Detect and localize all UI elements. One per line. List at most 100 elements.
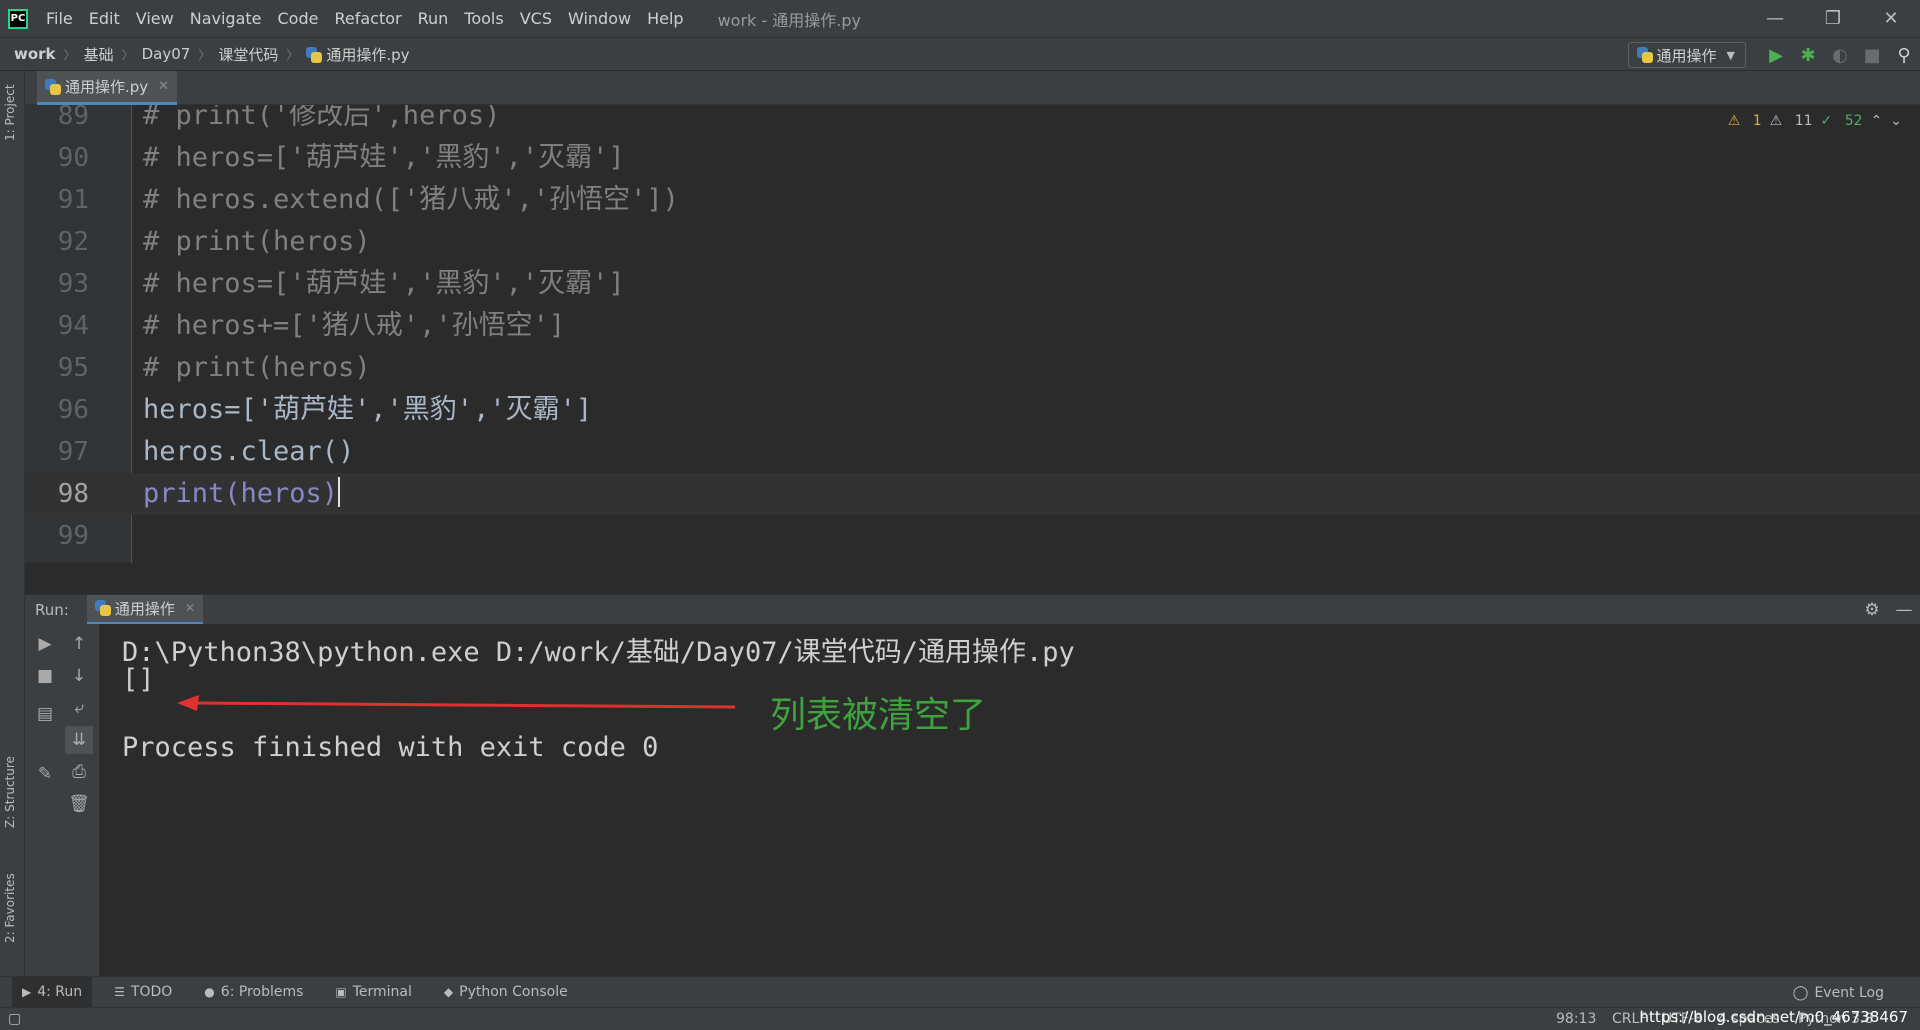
- list-icon: ☰: [114, 985, 125, 999]
- menu-vcs[interactable]: VCS: [512, 0, 560, 37]
- code-text: # print('修改后',heros): [143, 105, 501, 131]
- menu-file[interactable]: File: [38, 0, 81, 37]
- soft-wrap-icon[interactable]: ⤶: [65, 694, 93, 722]
- event-log-label: Event Log: [1814, 984, 1884, 1001]
- menu-window[interactable]: Window: [560, 0, 639, 37]
- python-icon: [94, 600, 111, 616]
- warning-count: ⚠ 11: [1769, 113, 1813, 129]
- stop-icon[interactable]: ■: [1856, 38, 1888, 72]
- console-line: Process finished with exit code 0: [122, 732, 659, 763]
- menu-help[interactable]: Help: [639, 0, 691, 37]
- line-number: 97: [57, 437, 89, 467]
- info-icon: ●: [204, 985, 215, 999]
- run-toolbar-top: 通用操作 ▼ ▶ ✱ ◐ ■ ⚲: [1627, 38, 1920, 72]
- run-tab[interactable]: 通用操作 ✕: [86, 594, 203, 625]
- scroll-to-end-icon[interactable]: ⇊: [65, 726, 93, 754]
- tool-todo[interactable]: ☰ TODO: [104, 977, 182, 1008]
- tab-tongyong[interactable]: 通用操作.py ✕: [37, 71, 178, 105]
- chevron-right-icon: 〉: [198, 47, 211, 62]
- title-bar: PC File Edit View Navigate Code Refactor…: [0, 0, 1920, 37]
- python-icon: ◆: [443, 985, 454, 999]
- tool-terminal[interactable]: ▣ Terminal: [325, 977, 422, 1008]
- arrow-up-icon[interactable]: ↑: [65, 630, 93, 658]
- tool-run[interactable]: ▶ 4: Run: [12, 976, 93, 1008]
- text-cursor: [338, 477, 341, 507]
- chevron-up-icon[interactable]: ⌃: [1871, 113, 1883, 129]
- editor-tabs: 通用操作.py ✕: [25, 71, 1920, 105]
- python-icon: [1636, 47, 1653, 63]
- tool-problems[interactable]: ● 6: Problems: [194, 977, 313, 1008]
- menu-code[interactable]: Code: [270, 0, 327, 37]
- print-icon[interactable]: ⎙: [65, 758, 93, 786]
- console-line: D:\Python38\python.exe D:/work/基础/Day07/…: [122, 637, 1075, 668]
- code-text: print(heros): [143, 477, 341, 509]
- code-line: 91 # heros.extend(['猪八戒','孙悟空']): [25, 179, 1920, 221]
- menu-run[interactable]: Run: [410, 0, 457, 37]
- error-count: ⚠ 1: [1727, 113, 1762, 129]
- line-number: 94: [57, 311, 89, 341]
- breadcrumb-work[interactable]: work: [14, 45, 56, 63]
- search-icon[interactable]: ⚲: [1888, 38, 1920, 72]
- menu-edit[interactable]: Edit: [81, 0, 128, 37]
- run-config-select[interactable]: 通用操作 ▼: [1627, 42, 1746, 68]
- caret-position[interactable]: 98:13: [1556, 1011, 1596, 1027]
- close-window-button[interactable]: ✕: [1862, 0, 1920, 37]
- chevron-down-icon[interactable]: ⌄: [1890, 113, 1902, 129]
- code-text: # heros=['葫芦娃','黑豹','灭霸']: [143, 142, 625, 173]
- breadcrumb-ketang[interactable]: 课堂代码: [218, 44, 278, 65]
- structure-tool-tab[interactable]: Z: Structure: [3, 756, 17, 828]
- favorites-tool-tab[interactable]: 2: Favorites: [3, 873, 17, 943]
- code-editor[interactable]: 89 # print('修改后',heros) 90 # heros=['葫芦娃…: [25, 105, 1920, 563]
- gear-icon[interactable]: ⚙: [1856, 600, 1888, 620]
- line-number: 99: [57, 521, 89, 551]
- warning-count-value: 11: [1794, 113, 1813, 129]
- minimize-button[interactable]: —: [1746, 0, 1804, 37]
- event-log-button[interactable]: ◯ Event Log: [1793, 977, 1884, 1008]
- code-line: 95 # print(heros): [25, 347, 1920, 389]
- rerun-icon[interactable]: ▶: [31, 630, 59, 658]
- project-tool-tab[interactable]: 1: Project: [3, 84, 17, 141]
- menu-view[interactable]: View: [128, 0, 182, 37]
- inspection-widget[interactable]: ⚠ 1 ⚠ 11 ✓ 52 ⌃ ⌄: [1720, 113, 1902, 129]
- trash-icon[interactable]: 🗑: [65, 790, 93, 818]
- breadcrumb-day07[interactable]: Day07: [142, 45, 191, 63]
- layout-icon[interactable]: ▤: [31, 700, 59, 728]
- breadcrumb-file[interactable]: 通用操作.py: [306, 44, 410, 65]
- line-number: 96: [57, 395, 89, 425]
- debug-icon[interactable]: ✱: [1792, 38, 1824, 72]
- layout-toggle-icon[interactable]: ▢: [8, 1011, 21, 1027]
- typo-count: ✓ 52: [1820, 113, 1863, 129]
- tool-run-label: 4: Run: [37, 984, 83, 1000]
- pycharm-logo-icon: PC: [8, 8, 28, 29]
- close-icon[interactable]: ✕: [158, 79, 169, 94]
- restore-button[interactable]: ❐: [1804, 0, 1862, 37]
- pin-icon[interactable]: ✎: [31, 760, 59, 788]
- arrow-down-icon[interactable]: ↓: [65, 662, 93, 690]
- navigation-bar: work 〉 基础 〉 Day07 〉 课堂代码 〉 通用操作.py 通用操作 …: [0, 37, 1920, 71]
- code-text: # heros=['葫芦娃','黑豹','灭霸']: [143, 268, 625, 299]
- line-number: 92: [57, 227, 89, 257]
- stop-icon[interactable]: ■: [31, 662, 59, 690]
- run-panel-label: Run:: [35, 600, 69, 619]
- menu-refactor[interactable]: Refactor: [326, 0, 409, 37]
- code-line: 89 # print('修改后',heros): [25, 105, 1920, 137]
- console-output[interactable]: D:\Python38\python.exe D:/work/基础/Day07/…: [100, 624, 1920, 976]
- tool-problems-label: 6: Problems: [220, 984, 304, 1000]
- tab-label: 通用操作.py: [65, 78, 149, 96]
- code-text: heros.clear(): [143, 436, 355, 467]
- code-line: 90 # heros=['葫芦娃','黑豹','灭霸']: [25, 137, 1920, 179]
- tool-python-console[interactable]: ◆ Python Console: [434, 977, 578, 1008]
- speech-bubble-icon: ◯: [1792, 984, 1809, 1001]
- menu-tools[interactable]: Tools: [456, 0, 511, 37]
- chevron-right-icon: 〉: [63, 47, 76, 62]
- menu-navigate[interactable]: Navigate: [182, 0, 270, 37]
- code-line: 92 # print(heros): [25, 221, 1920, 263]
- run-button[interactable]: ▶: [1760, 38, 1792, 72]
- coverage-icon[interactable]: ◐: [1824, 38, 1856, 72]
- code-text: heros=['葫芦娃','黑豹','灭霸']: [143, 394, 593, 425]
- close-icon[interactable]: ✕: [185, 601, 195, 615]
- terminal-icon: ▣: [335, 985, 347, 999]
- code-line-current: 98 print(heros): [25, 473, 1920, 515]
- hide-panel-icon[interactable]: —: [1888, 600, 1920, 620]
- breadcrumb-jichu[interactable]: 基础: [84, 44, 114, 65]
